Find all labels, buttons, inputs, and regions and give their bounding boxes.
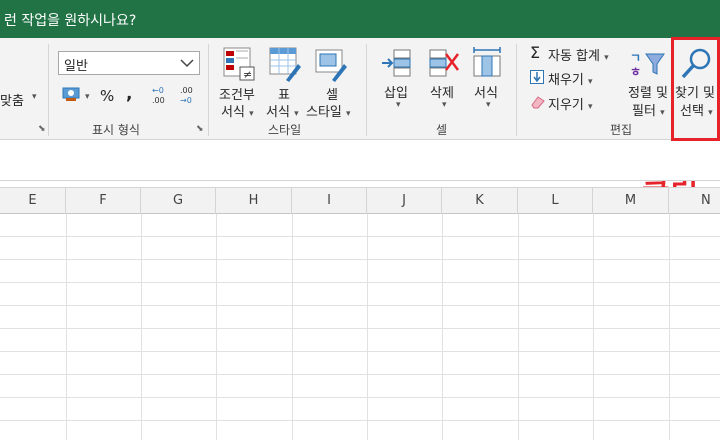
group-separator [208, 44, 209, 136]
format-as-table-label-2[interactable]: 서식 ▾ [266, 101, 299, 120]
worksheet-grid[interactable] [0, 214, 720, 440]
comma-style-button[interactable]: , [126, 84, 132, 104]
delete-label[interactable]: 삭제 [430, 82, 454, 101]
percent-style-button[interactable]: % [100, 87, 114, 105]
number-format-value: 일반 [64, 59, 88, 74]
increase-decimal-icon[interactable]: ←0 .00 [150, 85, 174, 105]
find-select-highlight-box [671, 37, 720, 141]
accounting-format-icon[interactable] [62, 85, 82, 103]
group-separator [48, 44, 49, 136]
group-separator [516, 44, 517, 136]
fill-label[interactable]: 채우기 ▾ [548, 69, 593, 88]
insert-label[interactable]: 삽입 [384, 82, 408, 101]
merge-center-button[interactable]: 맞춤 [0, 90, 24, 109]
chevron-down-icon [180, 59, 194, 68]
column-header-e[interactable]: E [0, 188, 66, 214]
merge-dropdown-caret[interactable]: ▾ [32, 92, 37, 102]
conditional-formatting-icon[interactable]: ≠ [222, 46, 256, 82]
tell-me-search[interactable]: 런 작업을 원하시나요? [4, 10, 136, 30]
column-header-k[interactable]: K [442, 188, 518, 214]
accounting-dropdown-caret[interactable]: ▾ [85, 92, 90, 102]
column-headers: E F G H I J K L M N [0, 187, 720, 214]
sort-filter-label-2[interactable]: 필터 ▾ [632, 100, 665, 119]
column-header-m[interactable]: M [593, 188, 669, 214]
decrease-decimal-icon[interactable]: .00 →0 [178, 85, 202, 105]
delete-cells-icon[interactable] [426, 46, 460, 80]
delete-dropdown-caret[interactable]: ▾ [442, 100, 447, 110]
editing-group-label: 편집 [610, 123, 633, 137]
conditional-formatting-label-2[interactable]: 서식 ▾ [221, 101, 254, 120]
column-header-i[interactable]: I [292, 188, 367, 214]
autosum-icon[interactable]: Σ [530, 43, 540, 62]
insert-cells-icon[interactable] [380, 46, 414, 80]
formula-bar[interactable] [0, 141, 720, 181]
number-dialog-launcher[interactable]: ⬊ [196, 124, 204, 134]
format-label[interactable]: 서식 [474, 82, 498, 101]
column-header-f[interactable]: F [66, 188, 141, 214]
svg-text:ㅎ: ㅎ [630, 65, 641, 79]
column-header-j[interactable]: J [367, 188, 442, 214]
svg-text:≠: ≠ [243, 68, 252, 81]
clear-label[interactable]: 지우기 ▾ [548, 94, 593, 113]
sort-filter-label-1[interactable]: 정렬 및 [628, 82, 668, 101]
column-header-g[interactable]: G [141, 188, 216, 214]
number-group-label: 표시 형식 [92, 123, 140, 137]
cell-styles-label-2[interactable]: 스타일 ▾ [306, 101, 351, 120]
svg-text:→0: →0 [180, 96, 192, 105]
ribbon-home: 맞춤 ▾ ⬊ 일반 ▾ % , ←0 .00 .00 →0 표시 형식 ⬊ ≠ … [0, 38, 720, 140]
number-format-dropdown[interactable]: 일반 [58, 51, 200, 75]
format-as-table-icon[interactable] [268, 46, 302, 82]
column-header-h[interactable]: H [216, 188, 292, 214]
format-cells-icon[interactable] [470, 46, 504, 80]
alignment-dialog-launcher[interactable]: ⬊ [38, 124, 46, 134]
format-dropdown-caret[interactable]: ▾ [486, 100, 491, 110]
group-separator [366, 44, 367, 136]
svg-text:.00: .00 [152, 96, 165, 105]
svg-text:ㄱ: ㄱ [630, 51, 641, 65]
insert-dropdown-caret[interactable]: ▾ [396, 100, 401, 110]
fill-down-icon[interactable] [530, 70, 544, 84]
svg-text:.00: .00 [180, 86, 193, 95]
cell-styles-icon[interactable] [314, 46, 348, 82]
cells-group-label: 셀 [436, 123, 448, 137]
eraser-icon[interactable] [530, 95, 546, 109]
styles-group-label: 스타일 [268, 123, 302, 137]
sort-filter-icon[interactable]: ㄱ ㅎ [630, 48, 666, 80]
column-header-l[interactable]: L [518, 188, 593, 214]
column-header-n[interactable]: N [669, 188, 720, 214]
title-bar: 런 작업을 원하시나요? [0, 0, 720, 38]
autosum-label[interactable]: 자동 합계 ▾ [548, 45, 609, 64]
svg-text:←0: ←0 [152, 86, 164, 95]
